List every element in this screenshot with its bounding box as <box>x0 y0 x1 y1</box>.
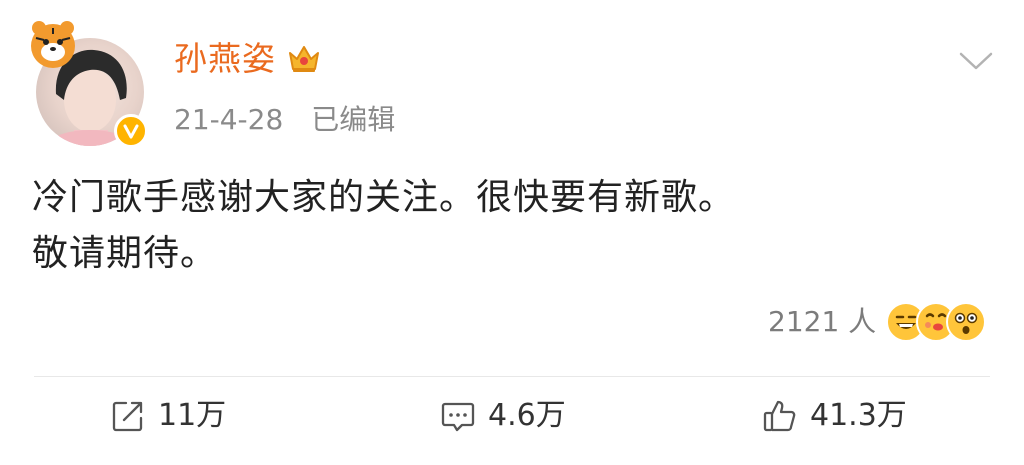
reaction-emojis[interactable] <box>886 300 987 344</box>
comment-count: 4.6万 <box>488 398 566 433</box>
repost-button[interactable]: 11万 <box>110 398 226 434</box>
action-divider <box>34 376 990 377</box>
chevron-down-icon[interactable] <box>958 50 994 72</box>
repost-count: 11万 <box>158 398 227 433</box>
author-row: 孙燕姿 <box>174 42 322 75</box>
like-button[interactable]: 41.3万 <box>762 398 907 434</box>
like-count: 41.3万 <box>810 398 907 433</box>
post-content-line: 冷门歌手感谢大家的关注。很快要有新歌。 <box>32 177 736 218</box>
surprised-emoji-icon <box>946 302 987 342</box>
thumbs-up-icon <box>762 398 798 434</box>
reactions-summary[interactable]: 2121 人 <box>768 300 987 344</box>
username[interactable]: 孙燕姿 <box>174 42 276 75</box>
post-meta: 21-4-28 已编辑 <box>174 106 395 134</box>
post-date: 21-4-28 <box>174 103 284 136</box>
edited-label[interactable]: 已编辑 <box>311 106 395 134</box>
comment-button[interactable]: 4.6万 <box>440 398 566 434</box>
verified-badge-icon <box>114 114 148 148</box>
reaction-count[interactable]: 2121 人 <box>768 308 876 336</box>
crown-icon[interactable] <box>286 43 322 75</box>
tiger-sticker-icon <box>22 16 84 78</box>
post-content: 冷门歌手感谢大家的关注。很快要有新歌。 敬请期待。 <box>32 170 992 282</box>
post-content-line: 敬请期待。 <box>32 233 218 274</box>
comment-icon <box>440 398 476 434</box>
repost-icon <box>110 398 146 434</box>
avatar-block[interactable] <box>22 16 152 148</box>
